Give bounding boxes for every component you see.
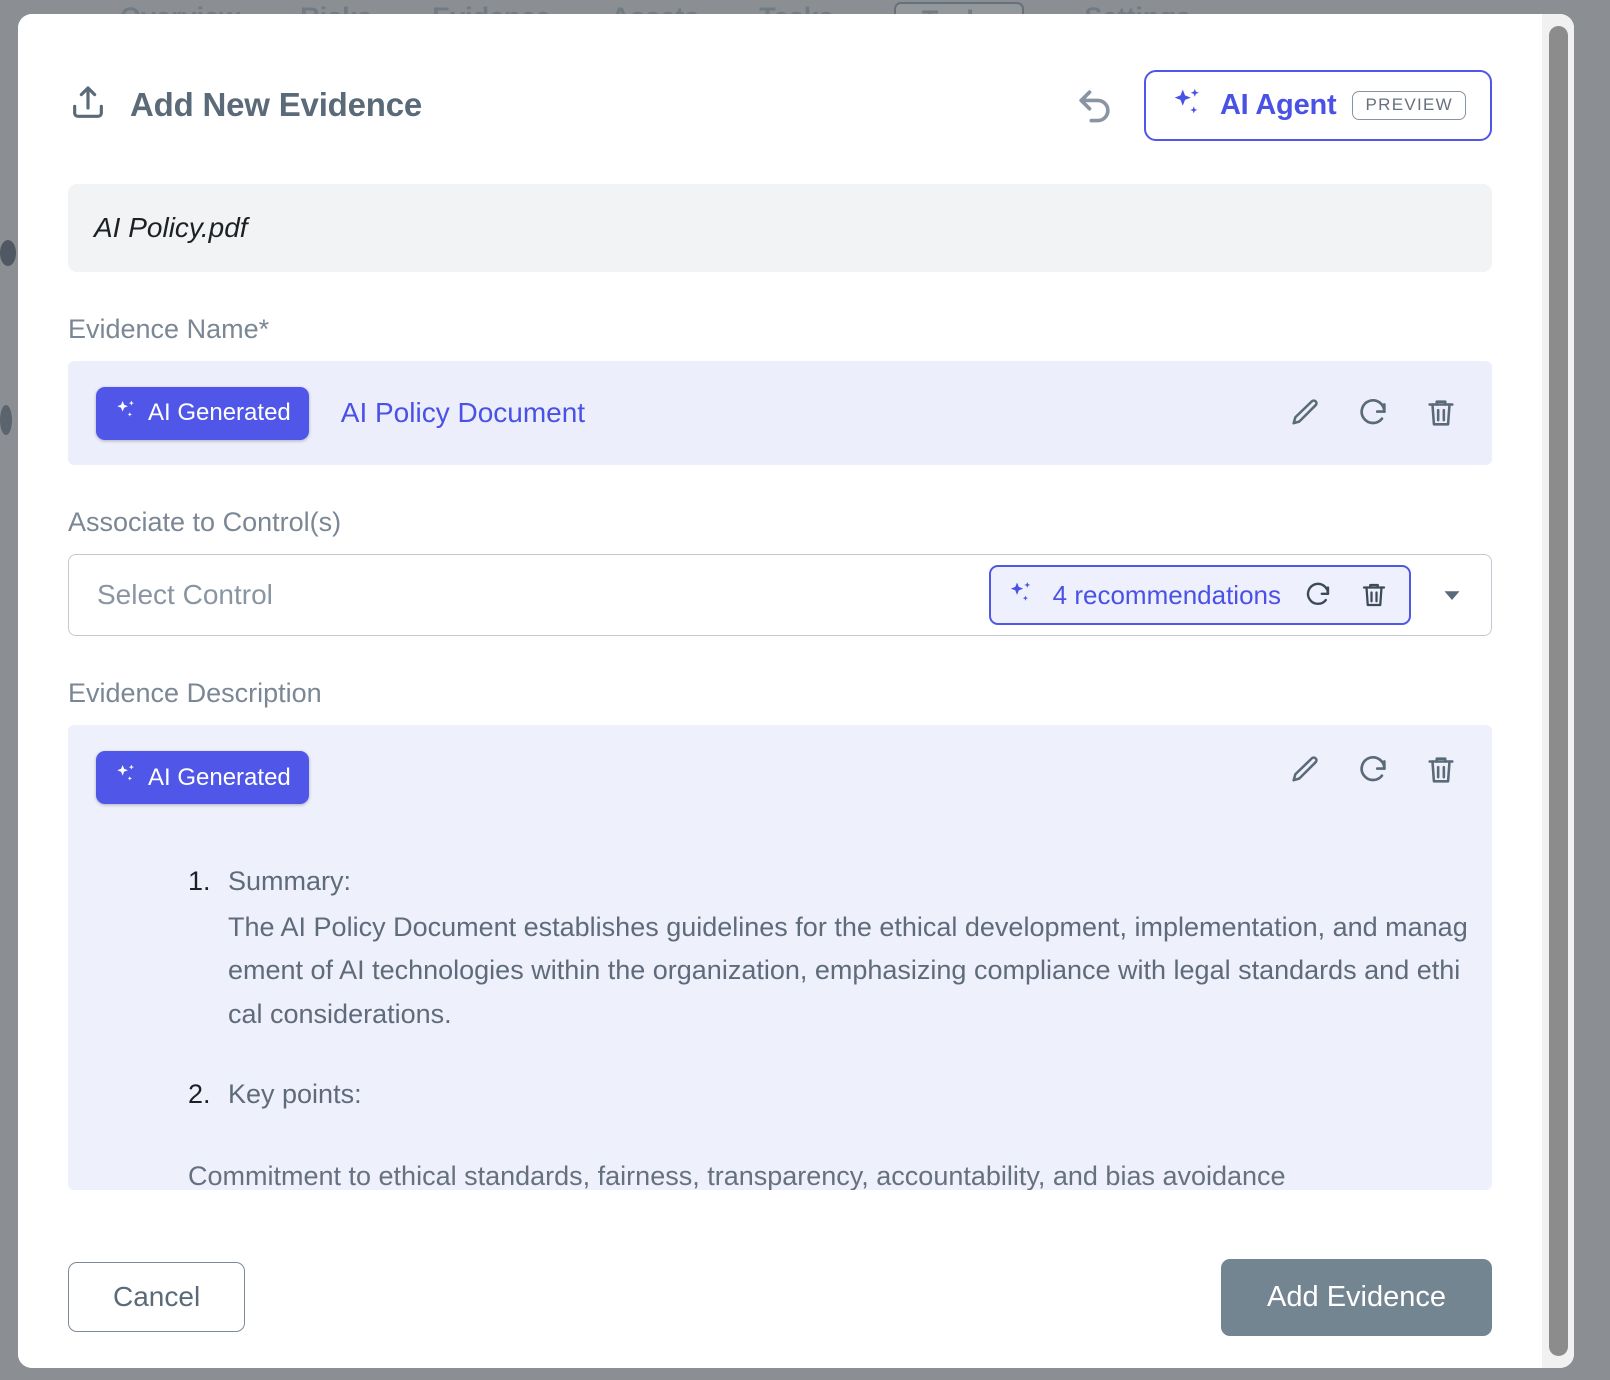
ai-generated-badge-label: AI Generated <box>148 399 291 427</box>
edit-icon[interactable] <box>1286 751 1324 789</box>
add-evidence-button[interactable]: Add Evidence <box>1221 1259 1492 1336</box>
cancel-button[interactable]: Cancel <box>68 1262 245 1332</box>
ai-generated-badge-label: AI Generated <box>148 764 291 792</box>
evidence-name-label: Evidence Name* <box>68 314 1492 345</box>
chevron-down-icon[interactable] <box>1437 580 1467 610</box>
ai-generated-badge[interactable]: AI Generated <box>96 751 309 804</box>
preview-badge: PREVIEW <box>1352 91 1466 120</box>
description-item-heading: Key points: <box>228 1073 1468 1117</box>
evidence-description-actions <box>1286 751 1468 789</box>
undo-icon[interactable] <box>1072 82 1118 128</box>
recommendations-count: 4 recommendations <box>1053 580 1281 611</box>
evidence-name-actions <box>1286 394 1468 432</box>
delete-icon[interactable] <box>1422 751 1460 789</box>
regenerate-icon[interactable] <box>1354 751 1392 789</box>
modal-scrollbar-track[interactable] <box>1542 14 1574 1368</box>
uploaded-file-name: AI Policy.pdf <box>94 212 248 244</box>
delete-icon[interactable] <box>1422 394 1460 432</box>
uploaded-file-bar: AI Policy.pdf <box>68 184 1492 272</box>
regenerate-icon[interactable] <box>1354 394 1392 432</box>
evidence-description-header: AI Generated <box>96 751 1468 804</box>
sparkle-icon <box>114 762 138 793</box>
page-title: Add New Evidence <box>130 86 422 124</box>
evidence-name-value[interactable]: AI Policy Document <box>341 397 1286 429</box>
ai-agent-button[interactable]: AI Agent PREVIEW <box>1144 70 1492 141</box>
sparkle-icon <box>1007 579 1035 612</box>
description-clipped-line: Commitment to ethical standards, fairnes… <box>188 1155 1446 1190</box>
modal-header: Add New Evidence <box>68 62 1492 148</box>
header-actions: AI Agent PREVIEW <box>1072 70 1492 141</box>
description-item-content: Summary: The AI Policy Document establis… <box>228 860 1468 1037</box>
evidence-name-row: AI Generated AI Policy Document <box>68 361 1492 465</box>
background-left-glyph <box>0 240 16 266</box>
description-item-number: 2. <box>188 1073 228 1119</box>
upload-icon <box>68 83 108 128</box>
sparkle-icon <box>114 398 138 429</box>
description-item-number: 1. <box>188 860 228 1037</box>
evidence-description-body: 1. Summary: The AI Policy Document estab… <box>96 860 1468 1190</box>
description-item: 2. Key points: <box>188 1073 1468 1119</box>
ai-generated-badge[interactable]: AI Generated <box>96 387 309 440</box>
modal-footer: Cancel Add Evidence <box>18 1226 1542 1368</box>
associate-controls-label: Associate to Control(s) <box>68 507 1492 538</box>
modal-title-group: Add New Evidence <box>68 83 422 128</box>
add-evidence-modal: Add New Evidence <box>18 14 1574 1368</box>
edit-icon[interactable] <box>1286 394 1324 432</box>
select-control-field[interactable]: Select Control 4 recommendations <box>68 554 1492 636</box>
description-item-content: Key points: <box>228 1073 1468 1119</box>
ai-agent-label: AI Agent <box>1220 89 1337 122</box>
modal-scroll-area: Add New Evidence <box>18 14 1542 1226</box>
evidence-description-panel: AI Generated <box>68 725 1492 1190</box>
description-item-body: The AI Policy Document establishes guide… <box>228 906 1468 1037</box>
recommendations-pill[interactable]: 4 recommendations <box>989 565 1411 625</box>
select-control-placeholder: Select Control <box>97 579 989 611</box>
description-item: 1. Summary: The AI Policy Document estab… <box>188 860 1468 1037</box>
background-left-glyph <box>0 405 12 435</box>
delete-icon[interactable] <box>1355 576 1393 614</box>
description-item-heading: Summary: <box>228 860 1468 904</box>
sparkle-icon <box>1170 86 1204 125</box>
regenerate-icon[interactable] <box>1299 576 1337 614</box>
evidence-description-label: Evidence Description <box>68 678 1492 709</box>
modal-scrollbar-thumb[interactable] <box>1549 26 1568 1356</box>
